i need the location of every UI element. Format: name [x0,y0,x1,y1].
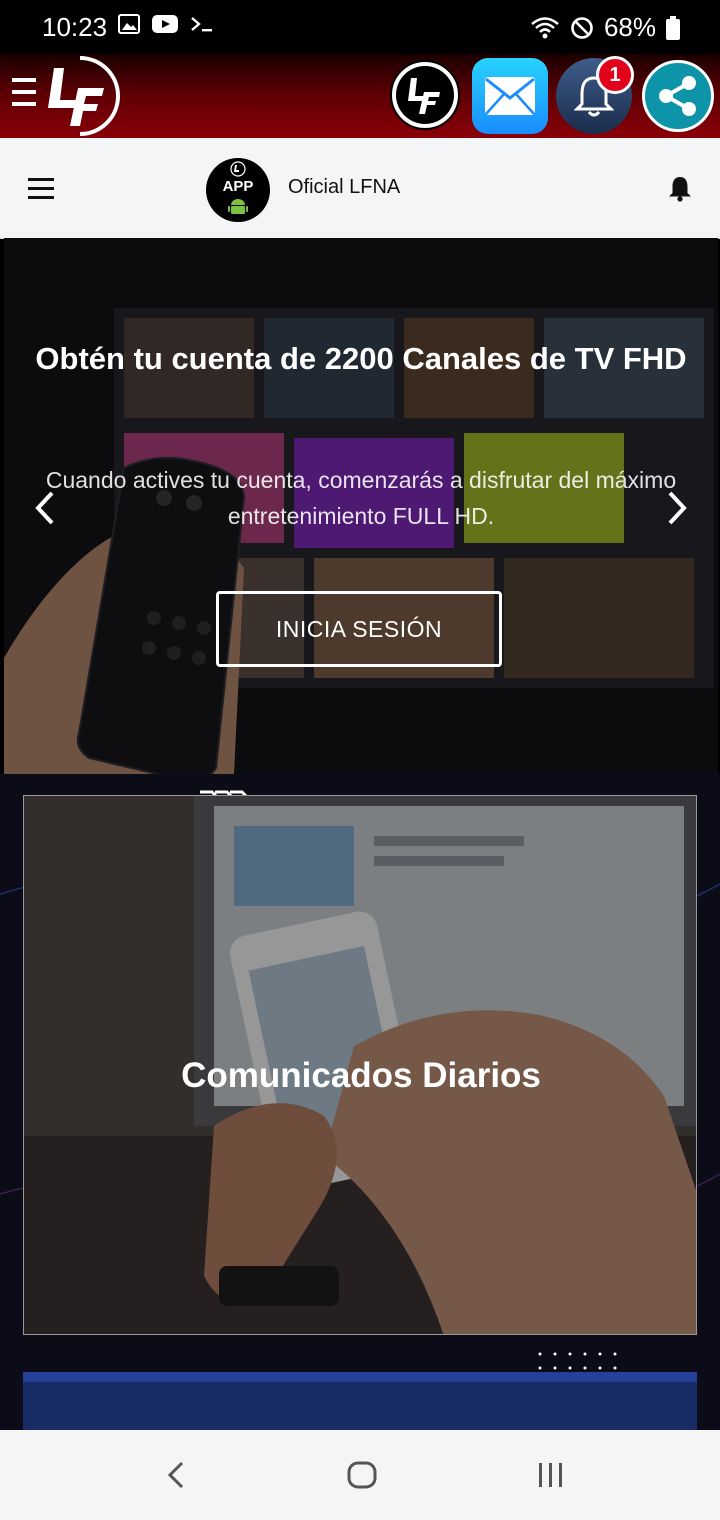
next-card-partial[interactable] [23,1372,697,1430]
mail-icon [485,77,535,115]
next-card-image [23,1372,697,1430]
hero-description: Cuando actives tu cuenta, comenzarás a d… [45,467,677,529]
chevron-left-icon[interactable] [32,490,58,526]
youtube-icon [152,15,178,33]
bell-icon[interactable] [666,174,694,202]
battery-percentage: 68% [603,12,656,42]
site-menu-button[interactable] [28,178,56,205]
battery-icon [666,15,680,40]
lf-app-button[interactable] [390,60,460,130]
android-icon [228,199,248,214]
back-icon[interactable] [166,1460,186,1490]
status-time: 10:23 [42,12,108,42]
site-logo[interactable]: APP [206,158,270,222]
app-toolbar: 1 [0,54,720,138]
recents-icon[interactable] [536,1460,566,1490]
daily-news-card[interactable]: Comunicados Diarios [23,795,697,1335]
lf-monogram-icon [408,78,440,114]
status-notification-icons [118,14,214,34]
notification-badge: 1 [596,56,634,94]
status-right: 68% [530,12,680,43]
mail-button[interactable] [472,58,548,134]
site-header: APP Oficial LFNA [0,138,720,239]
hero-slider: Obtén tu cuenta de 2200 Canales de TV FH… [4,238,718,774]
app-menu-button[interactable] [12,78,38,112]
android-nav-bar [0,1430,720,1520]
home-icon[interactable] [346,1460,378,1490]
terminal-icon [191,17,212,32]
status-bar: 10:23 68% [0,0,720,54]
do-not-disturb-icon [571,16,593,39]
wifi-icon [531,16,559,38]
lf-small-icon [230,161,246,177]
lf-logo-icon[interactable] [40,56,120,136]
site-title: Oficial LFNA [288,176,401,198]
card-title: Comunicados Diarios [181,1056,541,1095]
hero-title: Obtén tu cuenta de 2200 Canales de TV FH… [35,341,687,376]
chevron-right-icon[interactable] [664,490,690,526]
share-button[interactable] [642,60,714,132]
logo-app-text: APP [222,178,254,195]
share-icon [659,76,696,116]
login-button[interactable]: INICIA SESIÓN [216,591,502,667]
gallery-icon [118,14,140,34]
